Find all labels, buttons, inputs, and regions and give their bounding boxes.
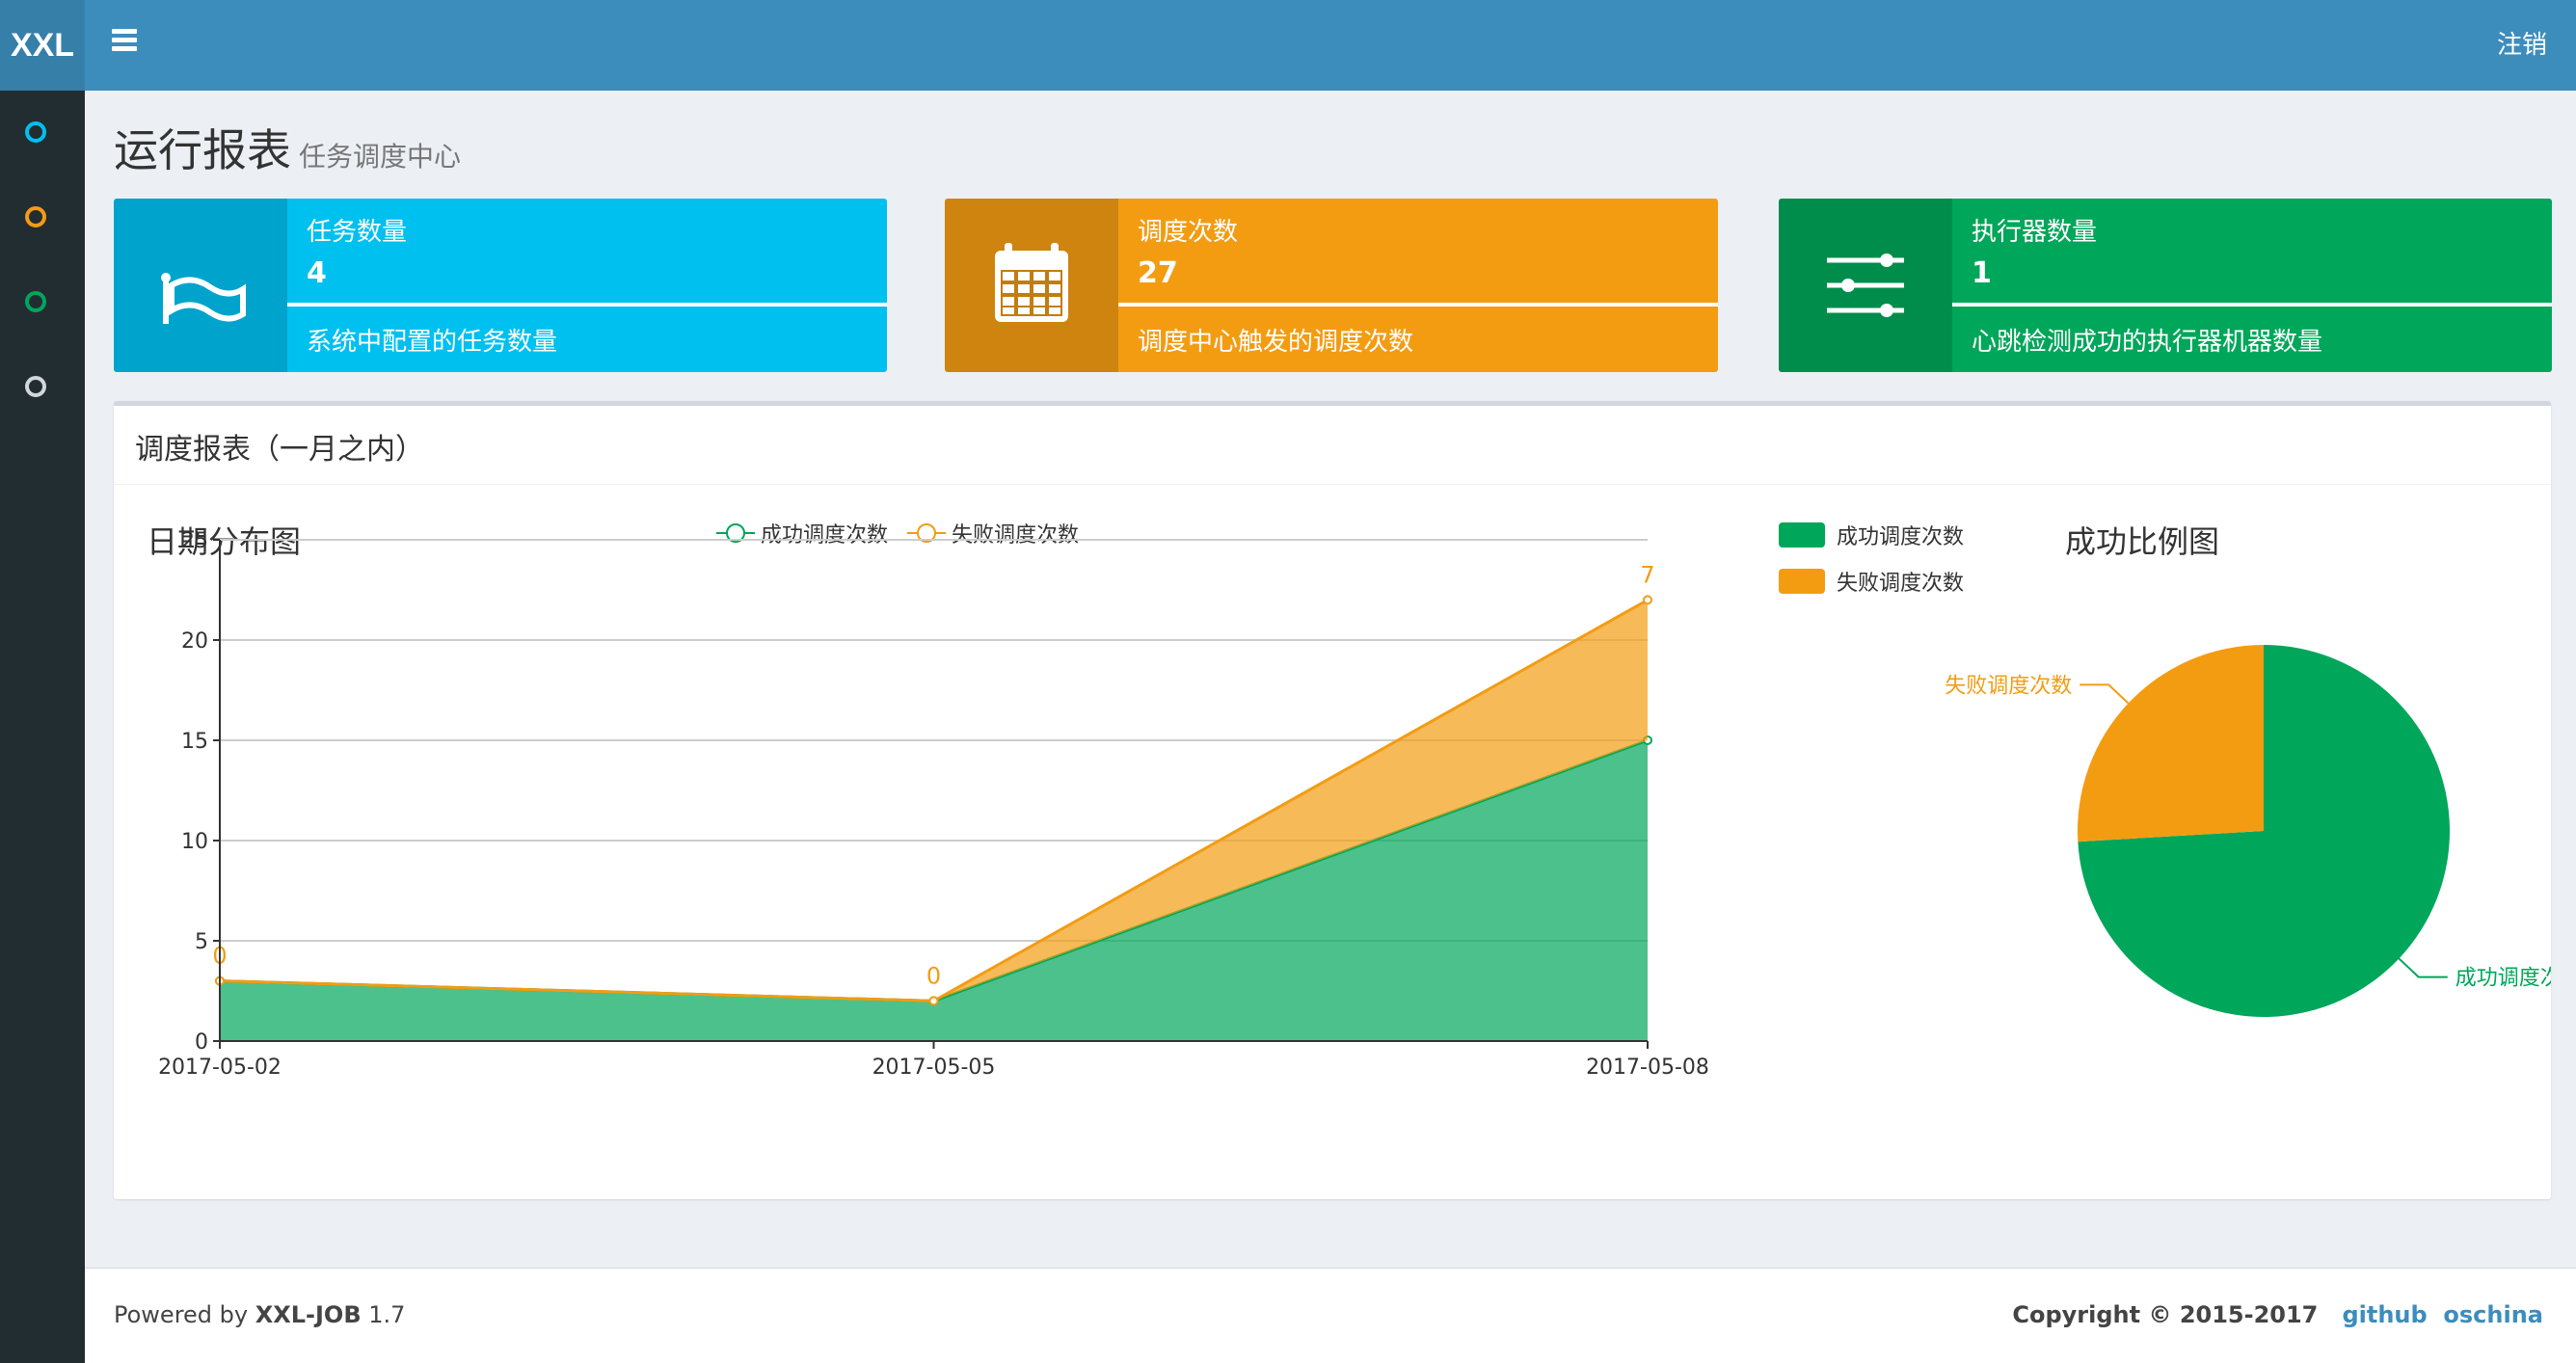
info-box-tasks: 任务数量 4 系统中配置的任务数量 xyxy=(114,199,887,372)
pie-label-line xyxy=(2398,957,2448,978)
flag-icon xyxy=(114,199,287,372)
sidebar-item-2-circle-icon[interactable] xyxy=(25,206,46,227)
y-tick-label: 15 xyxy=(181,730,208,754)
y-tick-label: 20 xyxy=(181,629,208,654)
sidebar-item-4-circle-icon[interactable] xyxy=(25,376,46,397)
pie-chart: 成功调度次数 失败调度次数 xyxy=(1945,645,2551,1017)
calendar-icon xyxy=(945,199,1118,372)
copyright: Copyright © 2015-2017 github oschina xyxy=(2012,1301,2543,1328)
y-tick-label: 5 xyxy=(195,930,208,954)
x-tick-label: 2017-05-08 xyxy=(1586,1056,1709,1080)
sidebar-item-3-circle-icon[interactable] xyxy=(25,291,46,312)
x-tick-label: 2017-05-02 xyxy=(158,1056,282,1080)
oschina-link[interactable]: oschina xyxy=(2443,1301,2543,1328)
top-navbar xyxy=(0,0,2576,91)
y-tick-label: 25 xyxy=(181,529,208,553)
logout-link[interactable]: 注销 xyxy=(2497,25,2547,61)
footer: Powered by XXL-JOB 1.7 Copyright © 2015-… xyxy=(85,1268,2576,1363)
data-label: 7 xyxy=(1640,561,1654,588)
data-point xyxy=(1643,595,1652,605)
sidebar xyxy=(0,91,85,1363)
powered-by: Powered by XXL-JOB 1.7 xyxy=(114,1301,406,1328)
x-tick-label: 2017-05-05 xyxy=(872,1056,996,1080)
y-tick-label: 10 xyxy=(181,830,208,854)
data-point xyxy=(928,996,939,1006)
logo[interactable]: XXL xyxy=(0,0,85,91)
pie-label: 成功调度次数 xyxy=(2455,967,2551,991)
page-subtitle: 任务调度中心 xyxy=(299,141,462,173)
pie-slice-failure xyxy=(2078,645,2264,842)
panel-title: 调度报表（一月之内） xyxy=(114,406,2551,485)
github-link[interactable]: github xyxy=(2342,1301,2427,1328)
bars-icon[interactable] xyxy=(112,29,137,51)
sidebar-item-1-circle-icon[interactable] xyxy=(25,121,46,143)
data-label: 0 xyxy=(926,962,941,989)
info-box-executors: 执行器数量 1 心跳检测成功的执行器机器数量 xyxy=(1779,199,2552,372)
page-title: 运行报表 任务调度中心 xyxy=(114,124,462,176)
sliders-icon xyxy=(1779,199,1952,372)
report-panel: 调度报表（一月之内） 日期分布图 成功调度次数 失败调度次数 0 5 10 15 20 2… xyxy=(114,401,2551,1199)
pie-label-line xyxy=(2080,683,2130,705)
info-box-triggers: 调度次数 27 调度中心触发的调度次数 xyxy=(945,199,1718,372)
line-chart: 05101520250072017-05-022017-05-052017-05… xyxy=(158,529,1709,1080)
pie-label: 失败调度次数 xyxy=(1945,674,2072,698)
y-tick-label: 0 xyxy=(195,1030,208,1055)
